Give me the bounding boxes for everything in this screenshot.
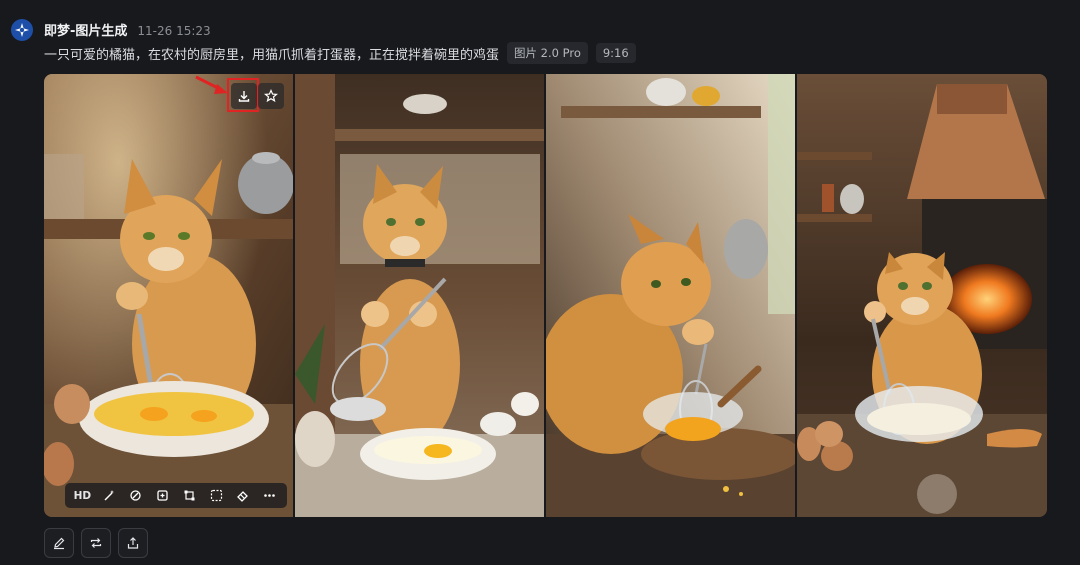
annotation-arrow — [192, 74, 232, 98]
crop-resize-button[interactable] — [178, 485, 200, 507]
eraser-icon — [237, 491, 249, 502]
more-button[interactable] — [259, 485, 281, 507]
retouch-icon — [130, 490, 142, 501]
image-tile-1[interactable]: HD — [44, 74, 293, 517]
image-gallery: HD — [44, 74, 1047, 517]
regenerate-icon — [90, 538, 102, 548]
star-icon — [264, 89, 278, 103]
message-actions — [44, 528, 148, 558]
image-tile-2[interactable] — [295, 74, 544, 517]
ratio-tag[interactable]: 9:16 — [595, 43, 636, 63]
timestamp: 11-26 15:23 — [137, 24, 211, 38]
prompt-text: 一只可爱的橘猫，在农村的厨房里，用猫爪抓着打蛋器，正在搅拌着碗里的鸡蛋 — [44, 47, 500, 63]
magic-wand-button[interactable] — [98, 485, 120, 507]
image-tile-3[interactable] — [546, 74, 795, 517]
share-button[interactable] — [118, 528, 148, 558]
download-highlight-box — [227, 78, 259, 112]
hd-label: HD — [73, 489, 92, 502]
expand-button[interactable] — [152, 485, 174, 507]
cat-image-1 — [44, 74, 293, 517]
crop-resize-icon — [184, 490, 195, 501]
app-avatar — [11, 19, 33, 41]
eraser-button[interactable] — [232, 485, 254, 507]
edit-icon — [54, 537, 65, 550]
expand-icon — [157, 490, 168, 501]
share-icon — [127, 537, 139, 549]
more-icon — [264, 494, 275, 497]
model-tag[interactable]: 图片 2.0 Pro — [507, 42, 588, 64]
prompt-row: 一只可爱的橘猫，在农村的厨房里，用猫爪抓着打蛋器，正在搅拌着碗里的鸡蛋 图片 2… — [44, 41, 636, 65]
app-name: 即梦-图片生成 — [44, 24, 128, 39]
favorite-button[interactable] — [258, 83, 284, 109]
message-header: 即梦-图片生成 11-26 15:23 — [44, 20, 211, 40]
frame-icon — [210, 489, 222, 502]
hd-button[interactable]: HD — [71, 485, 93, 507]
jimeng-logo-icon — [15, 23, 29, 37]
cat-image-3 — [546, 74, 795, 517]
regenerate-button[interactable] — [81, 528, 111, 558]
magic-wand-icon — [104, 490, 114, 501]
cat-image-2 — [295, 74, 544, 517]
frame-button[interactable] — [205, 485, 227, 507]
image-toolbar: HD — [65, 483, 287, 508]
image-tile-4[interactable] — [797, 74, 1047, 517]
retouch-button[interactable] — [125, 485, 147, 507]
cat-image-4 — [797, 74, 1047, 517]
edit-button[interactable] — [44, 528, 74, 558]
